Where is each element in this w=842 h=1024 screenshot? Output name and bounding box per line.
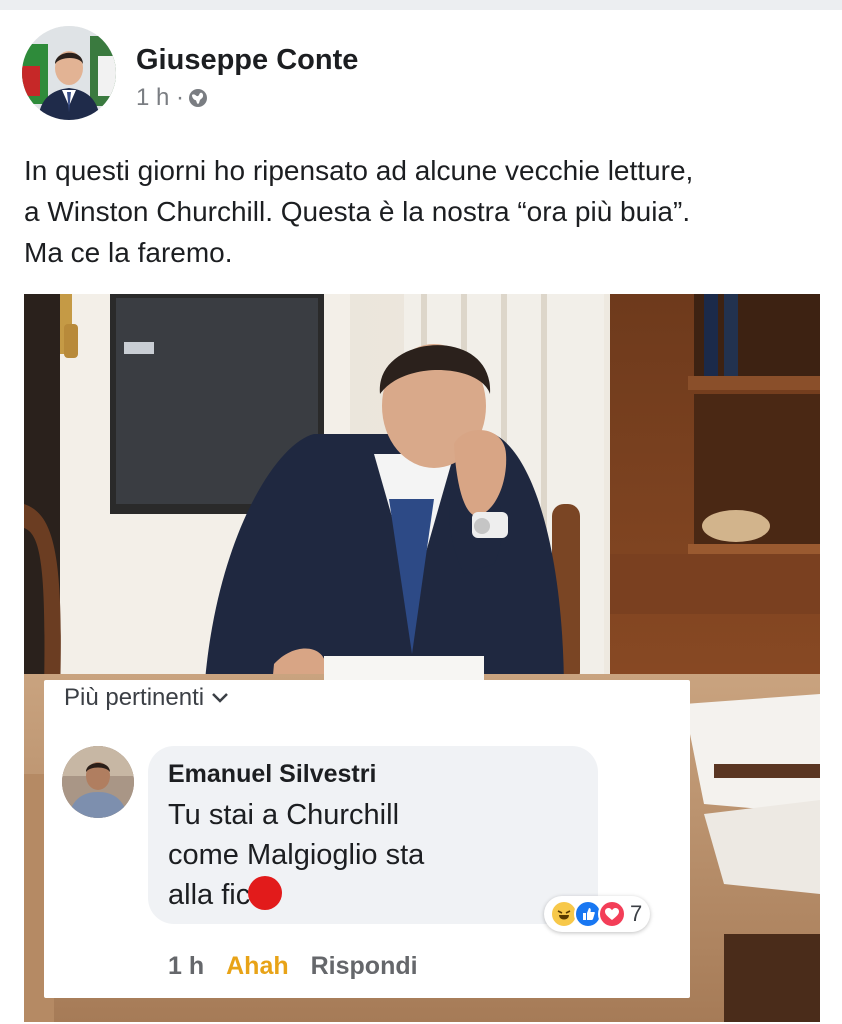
comment-actions: 1 h Ahah Rispondi <box>168 952 418 981</box>
censor-dot <box>248 876 283 910</box>
author-name[interactable]: Giuseppe Conte <box>136 44 358 77</box>
comment-bubble: Emanuel Silvestri Tu stai a Churchill co… <box>148 746 598 924</box>
react-button[interactable]: Ahah <box>226 952 289 981</box>
post-time[interactable]: 1 h · <box>136 84 184 112</box>
commenter-avatar[interactable] <box>62 746 134 818</box>
comments-panel: Più pertinenti Emanuel Silvestri Tu stai… <box>44 680 690 998</box>
comment-sort-dropdown[interactable]: Più pertinenti <box>64 684 228 712</box>
comment-text-line-last: alla fic <box>168 875 578 915</box>
sort-label: Più pertinenti <box>64 684 205 711</box>
love-icon <box>598 900 626 928</box>
post-text: In questi giorni ho ripensato ad alcune … <box>24 150 824 273</box>
comment-author[interactable]: Emanuel Silvestri <box>168 760 578 789</box>
reaction-summary[interactable]: 7 <box>544 896 651 932</box>
comment-time[interactable]: 1 h <box>168 952 204 981</box>
post-text-line: a Winston Churchill. Questa è la nostra … <box>24 196 691 227</box>
comment-text-line: Tu stai a Churchill <box>168 799 400 831</box>
post-text-line: Ma ce la faremo. <box>24 237 233 268</box>
post-header: Giuseppe Conte 1 h · <box>22 26 722 122</box>
top-divider <box>0 0 842 10</box>
reaction-count: 7 <box>630 901 643 926</box>
comment-text-fragment: alla fic <box>168 879 251 911</box>
post-text-line: In questi giorni ho ripensato ad alcune … <box>24 155 694 186</box>
comment-text-line: come Malgioglio sta <box>168 839 425 871</box>
reply-button[interactable]: Rispondi <box>311 952 418 981</box>
globe-icon <box>189 89 208 107</box>
chevron-down-icon <box>212 693 228 703</box>
post-meta: 1 h · <box>136 84 208 112</box>
author-avatar[interactable] <box>22 26 116 120</box>
